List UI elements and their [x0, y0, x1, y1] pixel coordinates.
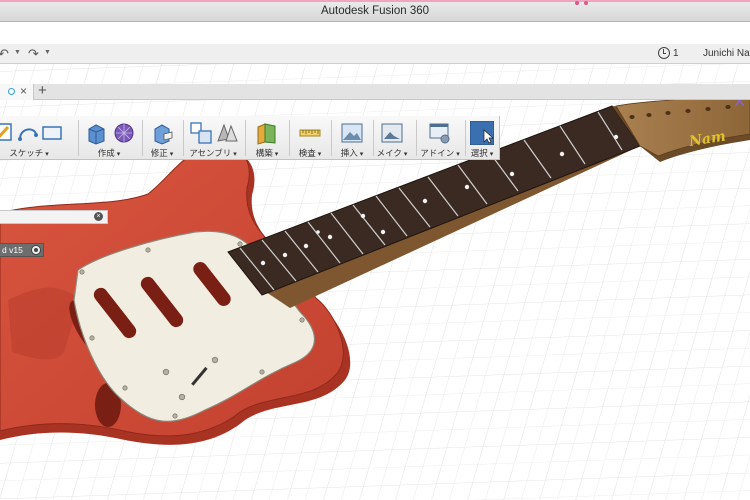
modify-icon: [154, 124, 173, 145]
redo-dropdown-icon[interactable]: ▼: [44, 49, 51, 56]
toolbar-group-label: 修正: [144, 147, 180, 159]
toolbar-separator: [78, 120, 79, 156]
component-activate-icon[interactable]: [31, 245, 41, 255]
window-accent-dot: [575, 1, 579, 5]
toolbar-group-select[interactable]: 選択: [466, 116, 498, 160]
sketch-arc-icon: [18, 128, 38, 141]
toolbar-group-addins[interactable]: アドイン: [416, 116, 464, 160]
sketch-icon: [0, 123, 12, 141]
toolbar-group-label: スケッチ: [0, 147, 58, 159]
joint-icon: [217, 123, 238, 142]
document-tab-strip: × +: [0, 82, 750, 100]
browser-component-row[interactable]: d v15: [0, 243, 44, 257]
close-tab-icon[interactable]: ×: [20, 84, 27, 98]
create-icon: [114, 123, 134, 143]
select-icon: [470, 121, 494, 145]
toolbar-group-label: 挿入: [333, 147, 371, 159]
redo-icon[interactable]: ↷: [28, 46, 39, 62]
user-name[interactable]: Junichi Naga: [703, 48, 750, 59]
toolbar-separator: [289, 120, 290, 156]
toolbar-group-construct[interactable]: 構築: [247, 116, 287, 160]
new-tab-icon[interactable]: +: [38, 82, 47, 99]
undo-icon[interactable]: ↶: [0, 46, 9, 62]
document-tab[interactable]: ×: [0, 84, 34, 100]
sketch-rectangle-icon: [42, 126, 62, 140]
make-icon: [381, 123, 403, 143]
document-tab-icon: [8, 88, 15, 95]
window-accent-dot: [584, 1, 588, 5]
toolbar-separator: [331, 120, 332, 156]
toolbar-group-insert[interactable]: 挿入: [333, 116, 371, 160]
job-status-count: 1: [673, 48, 679, 59]
undo-dropdown-icon[interactable]: ▼: [14, 49, 21, 56]
inspect-icon: [299, 129, 321, 137]
quick-access-bar: ↶ ▼ ↷ ▼ 1 Junichi Naga: [0, 44, 750, 64]
insert-icon: [341, 123, 363, 143]
toolbar-group-inspect[interactable]: 検査: [291, 116, 329, 160]
toolbar-group-modify[interactable]: 修正: [144, 116, 180, 160]
job-status-icon[interactable]: [658, 47, 670, 59]
toolbar-group-label: メイク: [371, 147, 413, 159]
browser-panel-header[interactable]: ×: [0, 210, 108, 224]
toolbar-group-label: 選択: [466, 147, 498, 159]
toolbar-group-create[interactable]: 作成: [80, 116, 138, 160]
extrude-icon: [88, 124, 105, 145]
assemble-icon: [190, 122, 212, 144]
window-accent-line: [0, 0, 750, 2]
window-title: Autodesk Fusion 360: [320, 5, 430, 17]
toolbar-group-assemble[interactable]: アセンブリ: [185, 116, 241, 160]
toolbar-group-label: 作成: [80, 147, 138, 159]
toolbar-separator: [245, 120, 246, 156]
addins-icon: [429, 123, 450, 144]
toolbar-group-sketch[interactable]: スケッチ: [0, 116, 62, 160]
toolbar-group-label: アドイン: [416, 147, 464, 159]
close-browser-icon[interactable]: ×: [94, 212, 103, 221]
toolbar-group-label: 検査: [291, 147, 329, 159]
title-bar: Autodesk Fusion 360: [0, 0, 750, 22]
toolbar-separator: [142, 120, 143, 156]
toolbar-group-make[interactable]: メイク: [371, 116, 413, 160]
component-label: d v15: [2, 245, 23, 255]
toolbar-group-label: 構築: [247, 147, 287, 159]
toolbar-separator: [183, 120, 184, 156]
main-toolbar: スケッチ 作成 修正: [0, 116, 500, 160]
toolbar-group-label: アセンブリ: [185, 147, 241, 159]
construct-icon: [257, 123, 276, 145]
